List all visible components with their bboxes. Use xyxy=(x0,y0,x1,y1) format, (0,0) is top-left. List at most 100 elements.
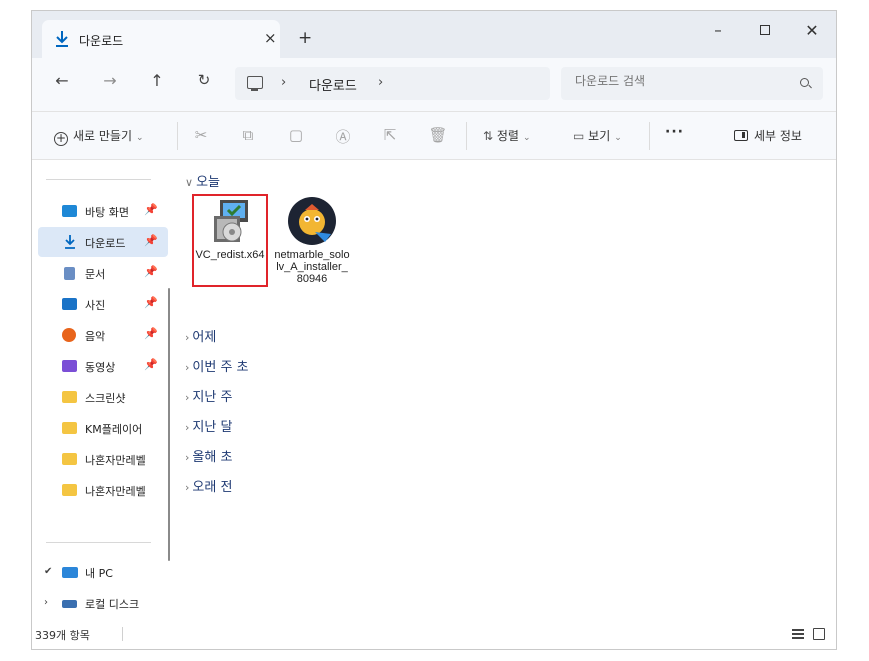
back-button[interactable]: ← xyxy=(50,71,74,90)
folder-icon xyxy=(62,453,77,465)
group-label: 어제 xyxy=(192,330,217,345)
pin-icon: 📌 xyxy=(144,327,158,340)
maximize-button[interactable] xyxy=(750,21,780,39)
new-tab-button[interactable]: + xyxy=(298,30,312,47)
group-label: 오늘 xyxy=(196,175,220,190)
cut-icon[interactable]: ✂ xyxy=(191,126,211,144)
search-box[interactable] xyxy=(561,67,823,100)
sidebar-item-downloads[interactable]: 다운로드 📌 xyxy=(38,227,168,257)
sidebar-item-local-disk[interactable]: 로컬 디스크 xyxy=(38,588,168,618)
group-header-yesterday[interactable]: › 어제 xyxy=(185,326,216,345)
group-header-last-week[interactable]: › 지난 주 xyxy=(185,386,232,405)
minimize-button[interactable]: – xyxy=(703,21,733,39)
sidebar-item-desktop[interactable]: 바탕 화면 📌 xyxy=(38,196,168,226)
tab-downloads[interactable]: 다운로드 × xyxy=(42,20,280,58)
command-bar: + 새로 만들기 ⌄ ✂ ⧉ ▢ Ⓐ ⇱ 🗑 ⇅ 정렬 ⌄ ▭ 보기 ⌄ ··· 세부 … xyxy=(32,112,836,160)
status-bar: 339개 항목 xyxy=(32,619,836,649)
copy-icon[interactable]: ⧉ xyxy=(238,126,258,144)
folder-icon xyxy=(62,391,77,403)
sidebar-item-label: 로컬 디스크 xyxy=(85,598,140,611)
up-button[interactable]: ↑ xyxy=(145,71,169,90)
file-item[interactable]: netmarble_sololv_A_installer_80946 xyxy=(274,194,350,285)
breadcrumb-downloads[interactable]: 다운로드 xyxy=(309,75,357,94)
group-label: 오래 전 xyxy=(192,480,233,495)
chevron-down-icon: ⌄ xyxy=(522,133,531,143)
view-icon: ▭ xyxy=(573,129,589,143)
group-header-earlier-this-week[interactable]: › 이번 주 초 xyxy=(185,356,249,375)
chevron-right-icon: › xyxy=(185,451,190,464)
forward-button[interactable]: → xyxy=(98,71,122,90)
folder-icon xyxy=(62,422,77,434)
netmarble-icon xyxy=(288,197,336,245)
sidebar-item-label: 나혼자만레벨 xyxy=(85,485,146,498)
file-list: ∨ 오늘 VC_redist.x64 netmarble_sololv_A_in… xyxy=(180,161,836,619)
file-item[interactable]: VC_redist.x64 xyxy=(192,194,268,287)
pin-icon: 📌 xyxy=(144,358,158,371)
group-header-a-long-time-ago[interactable]: › 오래 전 xyxy=(185,476,232,495)
pin-icon: 📌 xyxy=(144,203,158,216)
delete-icon[interactable]: 🗑 xyxy=(428,126,448,144)
sort-icon: ⇅ xyxy=(483,129,497,143)
group-label: 지난 주 xyxy=(192,390,233,405)
drive-icon xyxy=(62,600,77,608)
divider xyxy=(46,179,151,180)
more-options-button[interactable]: ··· xyxy=(665,124,684,140)
details-view-icon[interactable] xyxy=(792,629,804,639)
close-tab-button[interactable]: × xyxy=(264,29,277,47)
chevron-down-icon: ∨ xyxy=(185,176,194,189)
sidebar-item-solo-leveling-2[interactable]: 나혼자만레벨 xyxy=(38,475,168,505)
sidebar-item-label: KM플레이어 xyxy=(85,423,143,436)
rename-icon[interactable]: Ⓐ xyxy=(333,126,353,147)
chevron-right-icon[interactable]: › xyxy=(378,75,383,90)
paste-icon[interactable]: ▢ xyxy=(286,126,306,144)
title-bar: 다운로드 × + – ✕ xyxy=(32,11,836,58)
monitor-icon[interactable] xyxy=(247,76,263,91)
sidebar-item-kmplayer[interactable]: KM플레이어 xyxy=(38,413,168,443)
sidebar-item-music[interactable]: 음악 📌 xyxy=(38,320,168,350)
share-icon[interactable]: ⇱ xyxy=(380,126,400,144)
close-window-button[interactable]: ✕ xyxy=(797,21,827,40)
chevron-down-icon: ⌄ xyxy=(136,133,144,143)
divider xyxy=(46,542,151,543)
search-input[interactable] xyxy=(575,74,775,88)
group-label: 이번 주 초 xyxy=(192,360,249,375)
chevron-down-icon: ⌄ xyxy=(614,133,622,143)
view-button-label: 보기 xyxy=(588,129,611,143)
pictures-icon xyxy=(62,298,77,310)
sidebar-item-this-pc[interactable]: 내 PC xyxy=(38,557,168,587)
group-header-today[interactable]: ∨ 오늘 xyxy=(185,171,220,190)
breadcrumb[interactable]: › 다운로드 › xyxy=(235,67,550,100)
pin-icon: 📌 xyxy=(144,265,158,278)
toolbar-divider xyxy=(466,122,467,150)
group-label: 지난 달 xyxy=(192,420,233,435)
new-button[interactable]: + 새로 만들기 ⌄ xyxy=(54,127,144,146)
chevron-right-icon: › xyxy=(185,361,190,374)
toolbar-divider xyxy=(177,122,178,150)
view-button[interactable]: ▭ 보기 ⌄ xyxy=(573,127,622,144)
refresh-button[interactable]: ↻ xyxy=(192,71,216,89)
search-icon[interactable] xyxy=(800,78,809,87)
group-header-last-month[interactable]: › 지난 달 xyxy=(185,416,232,435)
chevron-right-icon[interactable]: › xyxy=(281,75,286,90)
installer-icon xyxy=(214,200,248,242)
file-explorer-window: 다운로드 × + – ✕ ← → ↑ ↻ › 다운로드 › +새로 만들기⌄ ✂… xyxy=(31,10,837,650)
download-icon xyxy=(65,235,75,249)
sidebar-item-documents[interactable]: 문서 📌 xyxy=(38,258,168,288)
details-pane-icon xyxy=(734,130,748,141)
address-bar: ← → ↑ ↻ › 다운로드 › xyxy=(32,58,836,112)
sidebar-item-solo-leveling-1[interactable]: 나혼자만레벨 xyxy=(38,444,168,474)
sidebar-item-videos[interactable]: 동영상 📌 xyxy=(38,351,168,381)
sidebar-scrollbar[interactable] xyxy=(168,288,170,561)
large-icons-view-icon[interactable] xyxy=(813,628,825,640)
sidebar-item-screenshots[interactable]: 스크린샷 xyxy=(38,382,168,412)
details-pane-button[interactable]: 세부 정보 xyxy=(734,127,802,144)
sort-button[interactable]: ⇅ 정렬 ⌄ xyxy=(483,127,531,144)
group-header-earlier-this-year[interactable]: › 올해 초 xyxy=(185,446,232,465)
tab-title: 다운로드 xyxy=(79,34,124,48)
document-icon xyxy=(64,267,75,280)
navigation-pane: 바탕 화면 📌 다운로드 📌 문서 📌 사진 📌 음악 📌 동영상 📌 스크린샷… xyxy=(32,161,172,619)
chevron-right-icon: › xyxy=(185,331,190,344)
folder-icon xyxy=(62,484,77,496)
video-icon xyxy=(62,360,77,372)
sidebar-item-pictures[interactable]: 사진 📌 xyxy=(38,289,168,319)
